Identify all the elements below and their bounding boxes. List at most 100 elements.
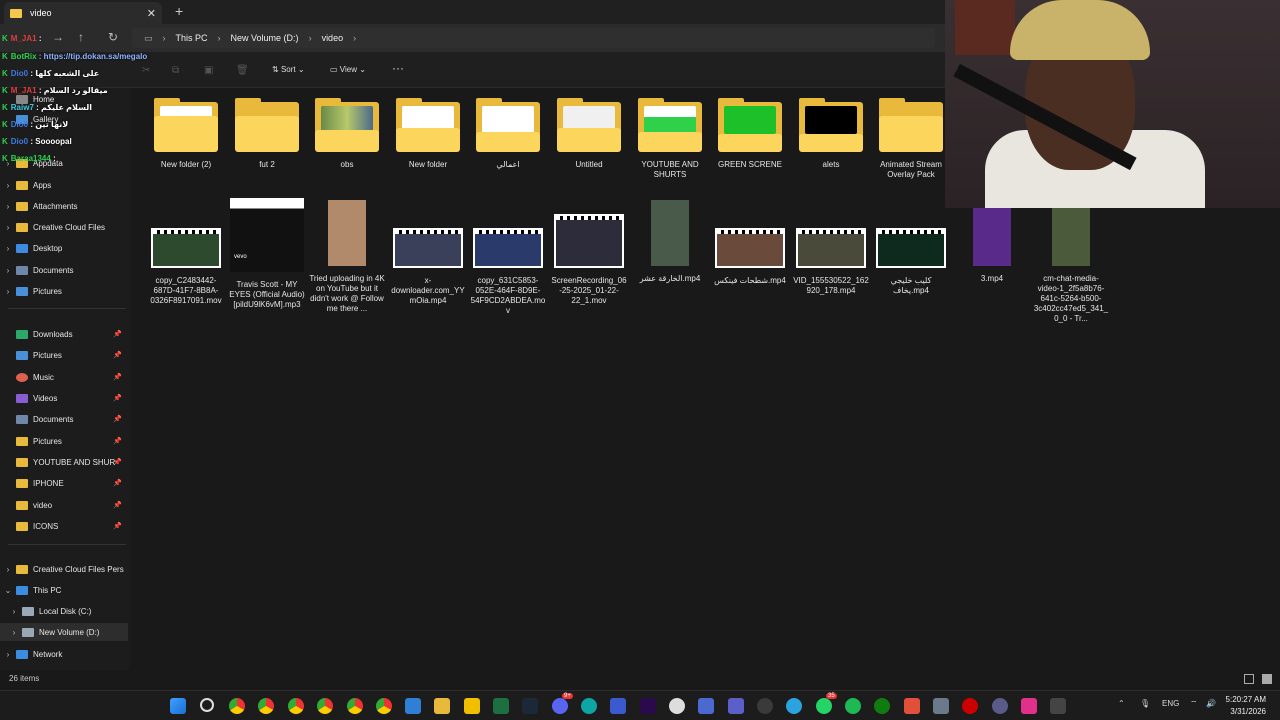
close-icon[interactable]: ✕ [147, 7, 156, 20]
sidebar-item-apps[interactable]: › Apps [0, 176, 128, 194]
folder-item[interactable]: Untitled [551, 98, 627, 170]
chevron-up-icon[interactable]: ⌃ [1118, 699, 1125, 708]
folder-item[interactable]: obs [309, 98, 385, 170]
sidebar-item-downloads[interactable]: Downloads 📌 [0, 325, 128, 343]
steam-icon[interactable] [522, 698, 538, 714]
sidebar-item-local-disk-c[interactable]: › Local Disk (C:) [0, 602, 128, 620]
microphone-icon[interactable]: 🎙 [1140, 699, 1150, 708]
app-icon[interactable] [992, 698, 1008, 714]
sidebar-item-icons[interactable]: ICONS 📌 [0, 517, 128, 535]
clock[interactable]: 5:20:27 AM 3/31/2026 [1226, 694, 1266, 718]
chrome-icon[interactable] [317, 698, 333, 714]
sidebar-item-desktop[interactable]: › Desktop [0, 239, 128, 257]
discord-icon[interactable]: 9+ [552, 693, 573, 714]
sidebar-item-pictures-2[interactable]: Pictures 📌 [0, 432, 128, 450]
address-bar[interactable]: ▭ › This PC › New Volume (D:) › video › [132, 28, 935, 48]
sidebar-item-creative-cloud-personal[interactable]: › Creative Cloud Files Pers [0, 560, 128, 578]
folder-icon [235, 98, 299, 152]
file-item[interactable]: الخارقة عشر.mp4 [632, 200, 708, 284]
file-item[interactable]: ScreenRecording_06-25-2025_01-22-22_1.mo… [551, 214, 627, 306]
premiere-icon[interactable] [640, 698, 656, 714]
folder-icon [16, 478, 28, 488]
file-item[interactable]: x-downloader.com_YYmOia.mp4 [390, 228, 466, 306]
file-item[interactable]: VID_155530522_162920_178.mp4 [793, 228, 869, 296]
file-item[interactable]: كليب خليجي يخاف.mp4 [873, 228, 949, 296]
chrome-icon[interactable] [288, 698, 304, 714]
view-button[interactable]: ▭ View ⌄ [330, 65, 366, 74]
whatsapp-icon[interactable]: 35 [816, 693, 837, 714]
chrome-icon[interactable] [347, 698, 363, 714]
app-icon[interactable] [610, 698, 626, 714]
edge-icon[interactable] [581, 698, 597, 714]
telegram-icon[interactable] [786, 698, 802, 714]
sidebar-item-video[interactable]: video 📌 [0, 496, 128, 514]
language-indicator[interactable]: ENG [1162, 699, 1179, 708]
sidebar-item-music[interactable]: Music 📌 [0, 368, 128, 386]
file-item[interactable]: شطحات فينكس.mp4 [712, 228, 788, 286]
more-options-button[interactable]: ··· [392, 61, 404, 75]
wall-poster [955, 0, 1015, 55]
teams-icon[interactable] [728, 698, 744, 714]
chrome-icon[interactable] [258, 698, 274, 714]
folder-item[interactable]: New folder [390, 98, 466, 170]
folder-item[interactable]: Animated Stream Overlay Pack [873, 98, 949, 180]
folder-item[interactable]: YOUTUBE AND SHURTS [632, 98, 708, 180]
folder-item[interactable]: fut 2 [229, 98, 305, 170]
sidebar-item-documents[interactable]: › Documents [0, 261, 128, 279]
breadcrumb-video[interactable]: video [322, 33, 344, 43]
wifi-icon[interactable]: ⌔ [1190, 699, 1198, 709]
explorer-tab[interactable]: video ✕ [4, 2, 162, 24]
folder-item[interactable]: alets [793, 98, 869, 170]
app-icon[interactable] [933, 698, 949, 714]
app-icon[interactable] [962, 698, 978, 714]
sidebar-item-documents-pinned[interactable]: Documents 📌 [0, 410, 128, 428]
file-item[interactable]: vevo Travis Scott - MY EYES (Official Au… [229, 198, 305, 310]
sidebar-item-creative-cloud[interactable]: › Creative Cloud Files [0, 218, 128, 236]
details-view-icon[interactable] [1244, 674, 1254, 684]
folder-item[interactable]: GREEN SCRENE [712, 98, 788, 170]
sidebar-item-pictures[interactable]: › Pictures [0, 282, 128, 300]
spotify-icon[interactable] [845, 698, 861, 714]
sidebar-item-network[interactable]: › Network [0, 645, 128, 663]
file-item[interactable]: Tried uploading in 4K on YouTube but it … [309, 200, 385, 314]
sidebar-item-iphone[interactable]: IPHONE 📌 [0, 474, 128, 492]
windows-start-icon[interactable] [170, 698, 186, 714]
file-item[interactable]: cm-chat-media-video-1_2f5a8b76-641c-5264… [1033, 206, 1109, 324]
xbox-icon[interactable] [874, 698, 890, 714]
volume-icon[interactable]: 🔊 [1206, 699, 1216, 708]
sidebar-item-new-volume-d[interactable]: › New Volume (D:) [0, 623, 128, 641]
file-item[interactable]: 3.mp4 [954, 206, 1030, 284]
chrome-icon[interactable] [376, 698, 392, 714]
sidebar-item-youtube-and-shurts[interactable]: YOUTUBE AND SHUR 📌 [0, 453, 128, 471]
file-item[interactable]: copy_631C5853-052E-464F-8D9E-54F9CD2ABDE… [470, 228, 546, 316]
sidebar-item-attachments[interactable]: › Attachments [0, 197, 128, 215]
sort-button[interactable]: ⇅ Sort ⌄ [272, 65, 305, 74]
new-tab-button[interactable]: + [175, 3, 183, 19]
app-icon[interactable] [757, 698, 773, 714]
excel-icon[interactable] [493, 698, 509, 714]
file-explorer-icon[interactable] [434, 698, 450, 714]
sidebar-item-this-pc[interactable]: ⌄ This PC [0, 581, 128, 599]
app-icon[interactable] [1050, 698, 1066, 714]
sidebar-item-label: YOUTUBE AND SHUR [33, 457, 116, 467]
notes-icon[interactable] [464, 698, 480, 714]
tiles-view-icon[interactable] [1262, 674, 1272, 684]
app-icon[interactable] [904, 698, 920, 714]
sidebar-item-videos[interactable]: Videos 📌 [0, 389, 128, 407]
obs-icon[interactable] [669, 698, 685, 714]
app-icon[interactable] [405, 698, 421, 714]
copy-icon[interactable]: ⧉ [172, 65, 179, 76]
app-icon[interactable] [698, 698, 714, 714]
file-name: Travis Scott - MY EYES (Official Audio) … [229, 280, 305, 309]
app-icon[interactable] [1021, 698, 1037, 714]
folder-item[interactable]: اعمالي [470, 98, 546, 170]
search-icon[interactable] [200, 698, 214, 712]
delete-icon[interactable]: 🗑 [236, 65, 249, 76]
file-item[interactable]: copy_C2483442-687D-41F7-8B8A-0326F891709… [148, 228, 224, 306]
folder-item[interactable]: New folder (2) [148, 98, 224, 170]
chrome-icon[interactable] [229, 698, 245, 714]
breadcrumb-new-volume[interactable]: New Volume (D:) [231, 33, 299, 43]
breadcrumb-this-pc[interactable]: This PC [176, 33, 208, 43]
paste-icon[interactable]: ▣ [204, 65, 213, 76]
sidebar-item-pictures-pinned[interactable]: Pictures 📌 [0, 346, 128, 364]
